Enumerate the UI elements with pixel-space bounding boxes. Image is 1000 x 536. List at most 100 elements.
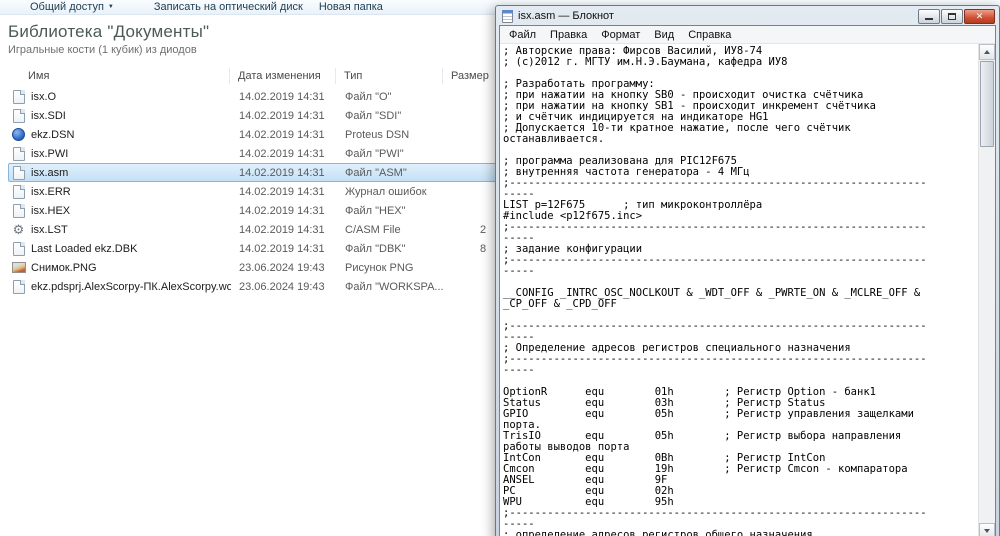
- code-line: ;---------------------------------------…: [503, 178, 978, 189]
- share-button-label: Общий доступ: [30, 1, 104, 13]
- code-line: -----: [503, 266, 978, 277]
- file-name: isx.ERR: [31, 186, 71, 198]
- file-name: ekz.pdsprj.AlexScorpy-ПК.AlexScorpy.wo..…: [31, 281, 231, 293]
- file-file-icon: [11, 279, 26, 294]
- code-line: ; определение адресов регистров общего н…: [503, 530, 978, 536]
- file-file-icon: [11, 203, 26, 218]
- notepad-window-title: isx.asm — Блокнот: [518, 10, 918, 22]
- file-file-icon: [11, 89, 26, 104]
- notepad-menubar: ФайлПравкаФорматВидСправка: [500, 26, 995, 44]
- file-name: Last Loaded ekz.DBK: [31, 243, 137, 255]
- file-date: 14.02.2019 14:31: [231, 129, 337, 141]
- close-icon: ✕: [976, 12, 984, 21]
- file-file-icon: [11, 165, 26, 180]
- share-button[interactable]: Общий доступ ▼: [30, 1, 114, 13]
- file-name-cell: isx.asm: [9, 165, 231, 180]
- file-name: isx.HEX: [31, 205, 70, 217]
- file-date: 14.02.2019 14:31: [231, 243, 337, 255]
- dropdown-caret-icon: ▼: [108, 4, 114, 10]
- scroll-down-button[interactable]: [979, 523, 995, 536]
- code-line: ;---------------------------------------…: [503, 354, 978, 365]
- file-type: Файл "ASM": [337, 167, 444, 179]
- code-line: ;---------------------------------------…: [503, 508, 978, 519]
- column-header-type[interactable]: Тип: [336, 68, 443, 84]
- file-date: 14.02.2019 14:31: [231, 205, 337, 217]
- gear-file-icon: [11, 222, 26, 237]
- file-type: Журнал ошибок: [337, 186, 444, 198]
- image-file-icon: [11, 260, 26, 275]
- column-header-date[interactable]: Дата изменения: [230, 68, 336, 84]
- file-name-cell: isx.LST: [9, 222, 231, 237]
- menu-item-Файл[interactable]: Файл: [502, 27, 543, 43]
- file-type: Файл "SDI": [337, 110, 444, 122]
- file-date: 23.06.2024 19:43: [231, 281, 337, 293]
- code-line: -----: [503, 365, 978, 376]
- scrollbar-thumb[interactable]: [980, 61, 994, 147]
- scroll-up-icon: [984, 50, 990, 54]
- close-button[interactable]: ✕: [964, 9, 995, 24]
- file-name: ekz.DSN: [31, 129, 74, 141]
- file-name: isx.asm: [31, 167, 68, 179]
- scroll-down-icon: [984, 529, 990, 533]
- notepad-titlebar[interactable]: isx.asm — Блокнот ✕: [499, 6, 996, 25]
- file-name-cell: ekz.pdsprj.AlexScorpy-ПК.AlexScorpy.wo..…: [9, 279, 231, 294]
- desktop: Общий доступ ▼ Записать на оптический ди…: [0, 0, 1000, 536]
- minimize-button[interactable]: [918, 9, 940, 24]
- menu-item-Справка[interactable]: Справка: [681, 27, 738, 43]
- notepad-body: ; Авторские права: Фирсов Василий, ИУ8-7…: [500, 44, 995, 536]
- code-line: останавливается.: [503, 134, 978, 145]
- maximize-icon: [948, 13, 956, 20]
- file-name: isx.PWI: [31, 148, 68, 160]
- scroll-up-button[interactable]: [979, 44, 995, 60]
- file-file-icon: [11, 184, 26, 199]
- file-date: 14.02.2019 14:31: [231, 224, 337, 236]
- code-line: ; (с)2012 г. МГТУ им.Н.Э.Баумана, кафедр…: [503, 57, 978, 68]
- file-date: 14.02.2019 14:31: [231, 186, 337, 198]
- file-name-cell: ekz.DSN: [9, 127, 231, 142]
- file-type: Файл "WORKSPA...: [337, 281, 444, 293]
- file-date: 23.06.2024 19:43: [231, 262, 337, 274]
- file-name: isx.SDI: [31, 110, 66, 122]
- file-type: Proteus DSN: [337, 129, 444, 141]
- file-file-icon: [11, 108, 26, 123]
- code-line: ;---------------------------------------…: [503, 222, 978, 233]
- file-name: Снимок.PNG: [31, 262, 97, 274]
- window-controls: ✕: [918, 9, 995, 24]
- file-name-cell: isx.O: [9, 89, 231, 104]
- file-name-cell: isx.ERR: [9, 184, 231, 199]
- menu-item-Вид[interactable]: Вид: [647, 27, 681, 43]
- file-type: Файл "DBK": [337, 243, 444, 255]
- file-name-cell: Снимок.PNG: [9, 260, 231, 275]
- minimize-icon: [925, 18, 933, 20]
- code-line: GPIO equ 05h ; Регистр управления защелк…: [503, 409, 978, 420]
- file-name: isx.O: [31, 91, 56, 103]
- file-file-icon: [11, 241, 26, 256]
- file-type: Рисунок PNG: [337, 262, 444, 274]
- file-name: isx.LST: [31, 224, 68, 236]
- dsn-file-icon: [11, 127, 26, 142]
- file-type: Файл "HEX": [337, 205, 444, 217]
- column-header-name[interactable]: Имя: [8, 68, 230, 84]
- file-name-cell: isx.SDI: [9, 108, 231, 123]
- code-line: _CP_OFF & _CPD_OFF: [503, 299, 978, 310]
- notepad-text[interactable]: ; Авторские права: Фирсов Василий, ИУ8-7…: [500, 44, 978, 536]
- file-date: 14.02.2019 14:31: [231, 110, 337, 122]
- burn-disc-button[interactable]: Записать на оптический диск: [154, 1, 303, 13]
- menu-item-Формат[interactable]: Формат: [594, 27, 647, 43]
- file-name-cell: isx.PWI: [9, 146, 231, 161]
- notepad-window: isx.asm — Блокнот ✕ ФайлПравкаФорматВидС…: [495, 5, 1000, 536]
- menu-item-Правка[interactable]: Правка: [543, 27, 594, 43]
- new-folder-button[interactable]: Новая папка: [319, 1, 383, 13]
- file-date: 14.02.2019 14:31: [231, 167, 337, 179]
- file-name-cell: Last Loaded ekz.DBK: [9, 241, 231, 256]
- file-name-cell: isx.HEX: [9, 203, 231, 218]
- code-line: ;---------------------------------------…: [503, 321, 978, 332]
- file-file-icon: [11, 146, 26, 161]
- maximize-button[interactable]: [941, 9, 963, 24]
- notepad-client-area: ФайлПравкаФорматВидСправка ; Авторские п…: [499, 25, 996, 536]
- file-type: Файл "PWI": [337, 148, 444, 160]
- file-type: C/ASM File: [337, 224, 444, 236]
- code-line: ;---------------------------------------…: [503, 255, 978, 266]
- vertical-scrollbar[interactable]: [978, 44, 995, 536]
- file-date: 14.02.2019 14:31: [231, 148, 337, 160]
